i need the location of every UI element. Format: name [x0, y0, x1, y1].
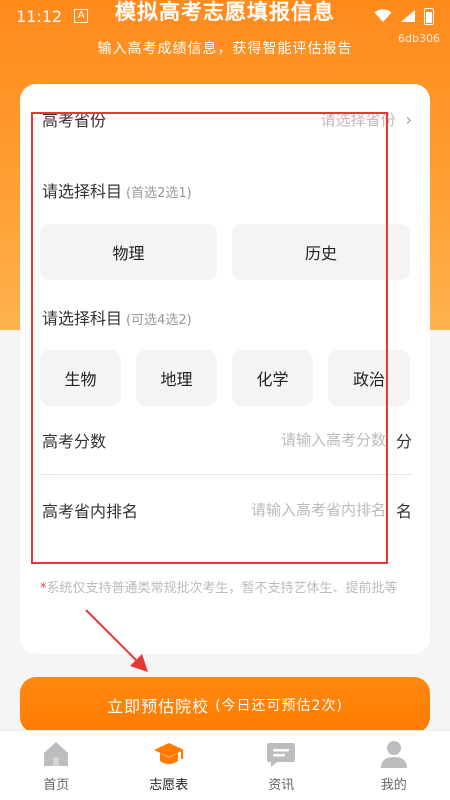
build-id: 6db306	[398, 32, 440, 45]
graduation-cap-icon	[153, 743, 184, 764]
cta-label: 立即预估院校	[107, 697, 210, 716]
annotation-arrow-icon	[85, 609, 148, 672]
page-subtitle: 输入高考成绩信息，获得智能评估报告	[97, 41, 353, 57]
message-icon	[267, 743, 296, 767]
estimate-colleges-button[interactable]: 立即预估院校 (今日还可预估2次)	[20, 677, 430, 733]
tab-mine-label: 我的	[380, 778, 407, 793]
bottom-tab-bar: 首页 志愿表 资讯 我的	[0, 730, 450, 800]
home-icon	[44, 742, 69, 766]
tab-news[interactable]: 资讯	[225, 731, 338, 800]
tab-mine[interactable]: 我的	[338, 731, 450, 800]
annotation-highlight-box	[31, 112, 388, 564]
page-title: 模拟高考志愿填报信息	[115, 0, 335, 24]
tab-home[interactable]: 首页	[0, 731, 113, 800]
notice-text: 系统仅支持普通类常规批次考生，暂不支持艺体生、提前批等	[46, 581, 398, 596]
chevron-right-icon: ›	[405, 109, 412, 129]
tab-home-label: 首页	[43, 778, 70, 793]
tab-volunteer-form-label: 志愿表	[149, 778, 189, 793]
score-unit: 分	[395, 432, 412, 451]
tab-news-label: 资讯	[268, 778, 295, 793]
tab-volunteer-form[interactable]: 志愿表	[113, 731, 226, 800]
rank-unit: 名	[395, 502, 412, 521]
user-icon	[380, 741, 407, 768]
cta-sub: (今日还可预估2次)	[215, 698, 343, 714]
eligibility-notice: *系统仅支持普通类常规批次考生，暂不支持艺体生、提前批等	[40, 578, 412, 600]
